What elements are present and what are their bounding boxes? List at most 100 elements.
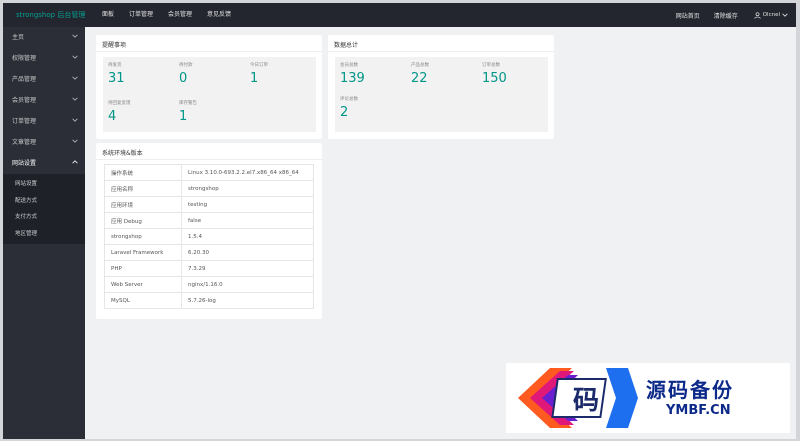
- site-home-link[interactable]: 网站首页: [676, 11, 700, 20]
- row-key: MySQL: [104, 292, 182, 309]
- table-row: PHP 7.3.29: [104, 260, 314, 277]
- row-key: 应用 Debug: [104, 212, 182, 229]
- user-icon: [754, 11, 761, 19]
- chevron-down-icon: [72, 118, 78, 122]
- row-key: 应用名称: [104, 180, 182, 197]
- row-value: 7.3.29: [181, 260, 314, 277]
- sidebar-item-members[interactable]: 会员管理: [3, 90, 85, 111]
- stat-total-orders[interactable]: 订单总数 150: [482, 62, 507, 86]
- stat-total-reviews[interactable]: 评论总数 2: [340, 96, 358, 120]
- row-value: false: [181, 212, 314, 229]
- chevron-down-icon: [72, 139, 78, 143]
- clear-cache-button[interactable]: 清除缓存: [714, 11, 738, 20]
- stat-value: 0: [179, 71, 188, 86]
- stat-box: 待发货 31 待付款 0 今日订单 1 待回复反馈 4 库存警告 1: [103, 57, 316, 132]
- sidebar: 主页 权限管理 产品管理 会员管理 订单管理 文章管理 网站设置 网站设置 配送…: [3, 27, 85, 439]
- row-value: 1.5.4: [181, 228, 314, 245]
- stat-value: 31: [108, 71, 125, 86]
- stat-today-orders[interactable]: 今日订单 1: [250, 62, 268, 86]
- chevron-down-icon: [72, 76, 78, 80]
- sidebar-item-label: 文章管理: [12, 139, 37, 146]
- sidebar-item-home[interactable]: 主页: [3, 27, 85, 48]
- sidebar-item-label: 主页: [12, 34, 25, 41]
- table-row: MySQL 5.7.26-log: [104, 292, 314, 309]
- row-key: Laravel Framework: [104, 244, 182, 261]
- row-key: 应用环境: [104, 196, 182, 213]
- table-row: strongshop 1.5.4: [104, 228, 314, 245]
- stat-label: 评论总数: [340, 97, 358, 102]
- sidebar-item-articles[interactable]: 文章管理: [3, 132, 85, 153]
- stat-value: 4: [108, 109, 117, 124]
- table-row: 应用环境 testing: [104, 196, 314, 213]
- table-row: 操作系统 Linux 3.10.0-693.2.2.el7.x86_64 x86_…: [104, 164, 314, 181]
- card-title: 提醒事项: [102, 42, 127, 49]
- sidebar-item-label: 产品管理: [12, 76, 37, 83]
- table-row: Laravel Framework 6.20.30: [104, 244, 314, 261]
- row-value: nginx/1.16.0: [181, 276, 314, 293]
- stat-value: 150: [482, 71, 507, 86]
- row-value: 6.20.30: [181, 244, 314, 261]
- submenu-shipping[interactable]: 配送方式: [3, 193, 85, 210]
- top-nav: 面板 订单管理 会员管理 意见反馈: [102, 3, 246, 27]
- submenu-regions[interactable]: 地区管理: [3, 226, 85, 243]
- nav-feedback[interactable]: 意见反馈: [207, 3, 231, 27]
- sidebar-item-label: 权限管理: [12, 55, 37, 62]
- sidebar-item-label: 网站设置: [12, 160, 37, 167]
- stat-label: 待发货: [108, 63, 122, 68]
- top-bar: strongshop 后台管理 面板 订单管理 会员管理 意见反馈 网站首页 清…: [3, 3, 796, 27]
- submenu-site-settings[interactable]: 网站设置: [3, 176, 85, 193]
- chevron-down-icon: [782, 13, 788, 17]
- user-menu[interactable]: Olcnel: [754, 11, 788, 19]
- app-frame: strongshop 后台管理 面板 订单管理 会员管理 意见反馈 网站首页 清…: [3, 3, 796, 439]
- card-title: 系统环境&版本: [102, 150, 143, 157]
- sidebar-item-permissions[interactable]: 权限管理: [3, 48, 85, 69]
- table-row: 应用名称 strongshop: [104, 180, 314, 197]
- table-row: 应用 Debug false: [104, 212, 314, 229]
- sidebar-item-label: 会员管理: [12, 97, 37, 104]
- nav-orders[interactable]: 订单管理: [129, 3, 153, 27]
- stat-label: 会员总数: [340, 63, 358, 68]
- row-key: 操作系统: [104, 164, 182, 181]
- watermark-logo: 码: [518, 368, 638, 428]
- nav-members[interactable]: 会员管理: [168, 3, 192, 27]
- sidebar-item-orders[interactable]: 订单管理: [3, 111, 85, 132]
- row-value: strongshop: [181, 180, 314, 197]
- divider: [96, 51, 322, 52]
- sidebar-item-site-settings[interactable]: 网站设置: [3, 153, 85, 174]
- stat-pending-shipment[interactable]: 待发货 31: [108, 62, 125, 86]
- stat-label: 待回复反馈: [108, 101, 131, 106]
- stat-pending-feedback[interactable]: 待回复反馈 4: [108, 100, 131, 124]
- stat-pending-payment[interactable]: 待付款 0: [179, 62, 193, 86]
- totals-card: 数据总计 会员总数 139 产品总数 22 订单总数 150 评论总数 2: [328, 35, 554, 139]
- stat-value: 22: [411, 71, 428, 86]
- stat-label: 待付款: [179, 63, 193, 68]
- env-card: 系统环境&版本 操作系统 Linux 3.10.0-693.2.2.el7.x86…: [96, 143, 322, 319]
- stat-value: 139: [340, 71, 365, 86]
- sidebar-item-products[interactable]: 产品管理: [3, 69, 85, 90]
- stat-label: 库存警告: [179, 101, 197, 106]
- stat-label: 今日订单: [250, 63, 268, 68]
- nav-dashboard[interactable]: 面板: [102, 3, 114, 27]
- table-row: Web Server nginx/1.16.0: [104, 276, 314, 293]
- stat-stock-warning[interactable]: 库存警告 1: [179, 100, 197, 124]
- stat-value: 2: [340, 105, 349, 120]
- watermark-url: YMBF.CN: [666, 403, 731, 418]
- divider: [96, 159, 322, 160]
- watermark-logo-char: 码: [573, 386, 599, 416]
- stat-label: 订单总数: [482, 63, 500, 68]
- stat-total-products[interactable]: 产品总数 22: [411, 62, 429, 86]
- watermark-banner: 码 源码备份 YMBF.CN: [506, 363, 790, 433]
- stat-total-members[interactable]: 会员总数 139: [340, 62, 365, 86]
- brand-title[interactable]: strongshop 后台管理: [16, 10, 85, 20]
- env-table: 操作系统 Linux 3.10.0-693.2.2.el7.x86_64 x86_…: [104, 164, 314, 309]
- row-value: testing: [181, 196, 314, 213]
- top-right-actions: 网站首页 清除缓存 Olcnel: [662, 3, 788, 27]
- chevron-down-icon: [72, 34, 78, 38]
- row-key: strongshop: [104, 228, 182, 245]
- reminders-card: 提醒事项 待发货 31 待付款 0 今日订单 1 待回复反馈 4 库存警告 1: [96, 35, 322, 139]
- chevron-down-icon: [72, 97, 78, 101]
- row-key: Web Server: [104, 276, 182, 293]
- stat-value: 1: [250, 71, 259, 86]
- sidebar-item-label: 订单管理: [12, 118, 37, 125]
- submenu-payment[interactable]: 支付方式: [3, 209, 85, 226]
